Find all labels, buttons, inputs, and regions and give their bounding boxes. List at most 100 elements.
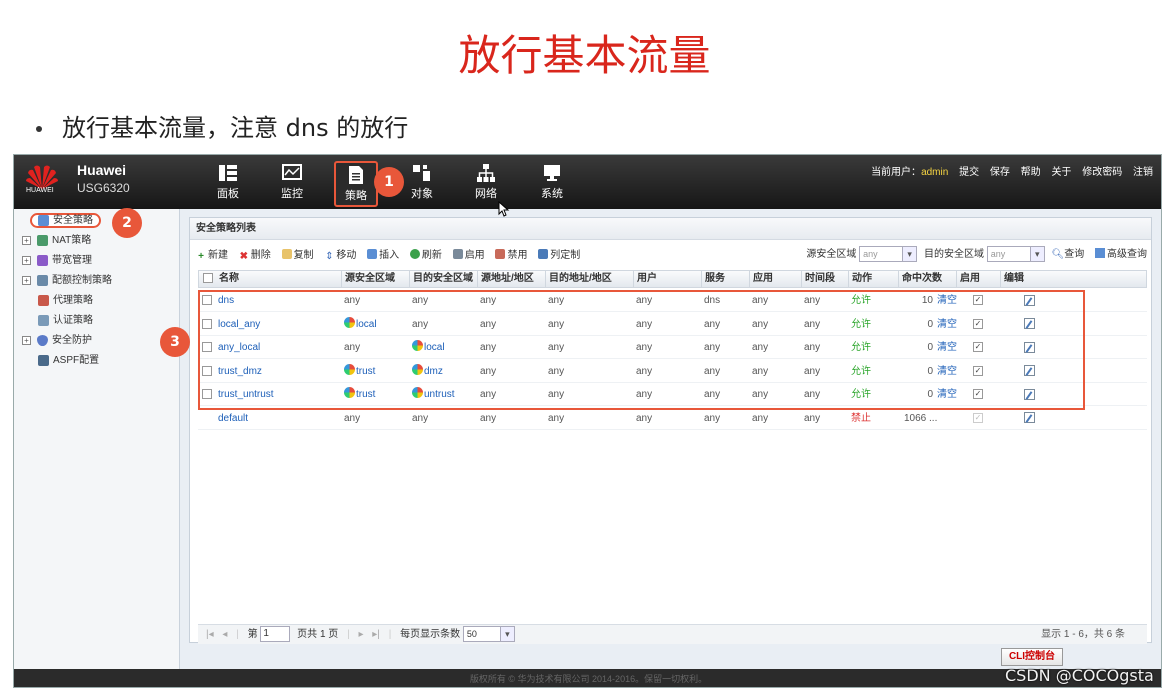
column-header-dst-addr[interactable]: 目的地址/地区 xyxy=(546,271,634,287)
select-all-checkbox[interactable] xyxy=(203,273,213,284)
search-label: 查询 xyxy=(1064,249,1085,260)
disable-button[interactable]: 禁用 xyxy=(495,246,527,261)
column-header-hits[interactable]: 命中次数 xyxy=(899,271,957,287)
button-label: 刷新 xyxy=(421,250,442,261)
customize-columns-button[interactable]: 列定制 xyxy=(538,246,580,261)
column-header-src-addr[interactable]: 源地址/地区 xyxy=(478,271,546,287)
column-header-name[interactable]: 名称 xyxy=(199,271,342,287)
current-user-label: 当前用户： xyxy=(871,167,922,178)
nav-object[interactable]: 对象 xyxy=(400,161,444,207)
copy-button[interactable]: 复制 xyxy=(281,246,314,261)
sidebar-item-label: ASPF配置 xyxy=(53,355,100,366)
enable-button[interactable]: 启用 xyxy=(452,246,485,261)
change-password-link[interactable]: 修改密码 xyxy=(1082,167,1122,178)
sidebar-item-bandwidth[interactable]: + 带宽管理 xyxy=(22,253,92,269)
column-header-edit[interactable]: 编辑 xyxy=(1001,271,1061,287)
help-link[interactable]: 帮助 xyxy=(1021,167,1041,178)
advanced-search-button[interactable]: 高级查询 xyxy=(1095,248,1147,260)
sidebar-item-nat-policy[interactable]: + NAT策略 xyxy=(22,233,91,249)
insert-button[interactable]: 插入 xyxy=(367,246,399,261)
user-bar: 当前用户：admin 提交 保存 帮助 关于 修改密码 注销 xyxy=(871,163,1153,178)
dashboard-icon xyxy=(219,165,237,181)
new-button[interactable]: + 新建 xyxy=(196,246,228,262)
column-header-time[interactable]: 时间段 xyxy=(802,271,849,287)
sidebar-item-proxy[interactable]: 代理策略 xyxy=(38,293,93,309)
move-button[interactable]: ⇕ 移动 xyxy=(324,246,356,262)
delete-button[interactable]: ✖ 删除 xyxy=(239,246,271,262)
nav-dashboard[interactable]: 面板 xyxy=(206,161,250,207)
nav-label: 监控 xyxy=(281,188,303,200)
refresh-button[interactable]: 刷新 xyxy=(409,246,442,261)
expand-icon[interactable]: + xyxy=(22,335,31,345)
copy-icon xyxy=(281,249,292,259)
refresh-icon xyxy=(409,249,420,259)
nav-monitor[interactable]: 监控 xyxy=(270,161,314,207)
nav-label: 系统 xyxy=(541,188,563,200)
first-page-icon[interactable]: |◂ xyxy=(206,629,214,640)
column-header-user[interactable]: 用户 xyxy=(634,271,702,287)
button-label: 删除 xyxy=(250,250,271,261)
column-header-action[interactable]: 动作 xyxy=(849,271,899,287)
enabled-checkbox[interactable]: ✓ xyxy=(973,412,983,423)
nav-system[interactable]: 系统 xyxy=(530,161,574,207)
search-button[interactable]: 🔍︎查询 xyxy=(1052,249,1085,260)
cli-console-button[interactable]: CLI控制台 xyxy=(1001,648,1063,666)
button-label: 新建 xyxy=(208,250,228,261)
sidebar-item-security-protection[interactable]: + 安全防护 xyxy=(22,333,92,349)
nav-label: 对象 xyxy=(411,188,433,200)
panel-title: 安全策略列表 xyxy=(190,218,1151,240)
about-link[interactable]: 关于 xyxy=(1051,167,1071,178)
sidebar-item-label: 带宽管理 xyxy=(52,255,92,266)
delete-icon: ✖ xyxy=(239,251,248,262)
last-page-icon[interactable]: ▸| xyxy=(372,629,380,640)
expand-icon[interactable]: + xyxy=(22,235,31,245)
logo-caption: HUAWEI xyxy=(26,187,54,194)
page-number-input[interactable]: 1 xyxy=(260,626,291,643)
edit-icon[interactable] xyxy=(1024,412,1035,424)
policy-name[interactable]: default xyxy=(218,413,248,424)
per-page-select[interactable]: 50 xyxy=(462,626,515,643)
sidebar-item-aspf[interactable]: ASPF配置 xyxy=(38,353,99,369)
result-summary: 显示 1 - 6，共 6 条 xyxy=(1041,629,1125,640)
column-header-enabled[interactable]: 启用 xyxy=(957,271,1001,287)
expand-icon[interactable]: + xyxy=(22,275,31,285)
sidebar-item-security-policy[interactable]: 安全策略 xyxy=(30,213,101,229)
prev-page-icon[interactable]: ◂ xyxy=(222,629,227,640)
expand-icon[interactable]: + xyxy=(22,255,31,265)
save-link[interactable]: 保存 xyxy=(990,167,1010,178)
columns-icon xyxy=(538,249,549,259)
auth-icon xyxy=(38,314,49,326)
top-navigation-bar: HUAWEI Huawei USG6320 面板 监控 策略 对象 网络 系统 … xyxy=(14,155,1161,209)
disable-icon xyxy=(495,249,506,259)
watermark: CSDN @COCOgsta xyxy=(1005,666,1154,685)
button-label: 列定制 xyxy=(550,250,581,261)
sidebar-item-auth[interactable]: 认证策略 xyxy=(38,313,93,329)
move-icon: ⇕ xyxy=(325,251,334,262)
nav-policy[interactable]: 策略 xyxy=(334,161,378,207)
firewall-web-ui: HUAWEI Huawei USG6320 面板 监控 策略 对象 网络 系统 … xyxy=(13,154,1162,688)
step-badge-3: 3 xyxy=(160,327,190,357)
sidebar-item-label: NAT策略 xyxy=(52,235,92,246)
column-header-dst-zone[interactable]: 目的安全区域 xyxy=(410,271,478,287)
next-page-icon[interactable]: ▸ xyxy=(358,629,363,640)
sidebar-item-label: 代理策略 xyxy=(53,295,93,306)
bandwidth-icon xyxy=(37,254,48,266)
button-label: 插入 xyxy=(379,250,400,261)
system-icon xyxy=(544,165,560,181)
page-prefix: 第 xyxy=(247,629,258,640)
sidebar-item-quota[interactable]: + 配额控制策略 xyxy=(22,273,112,289)
column-header-service[interactable]: 服务 xyxy=(702,271,750,287)
dst-zone-filter-select[interactable]: any xyxy=(986,246,1045,263)
logout-link[interactable]: 注销 xyxy=(1133,167,1153,178)
filter-bar: 源安全区域 any 目的安全区域 any 🔍︎查询 高级查询 xyxy=(806,245,1147,263)
highlight-box xyxy=(198,290,1085,410)
button-label: 移动 xyxy=(336,250,357,261)
document-icon xyxy=(349,166,363,184)
footer-copyright: 版权所有 © 华为技术有限公司 2014-2016。保留一切权利。 xyxy=(14,669,1161,687)
submit-link[interactable]: 提交 xyxy=(959,167,979,178)
column-header-src-zone[interactable]: 源安全区域 xyxy=(342,271,410,287)
column-label: 名称 xyxy=(219,273,239,284)
src-zone-filter-select[interactable]: any xyxy=(859,246,918,263)
sidebar-item-label: 安全策略 xyxy=(53,215,93,226)
column-header-app[interactable]: 应用 xyxy=(750,271,802,287)
